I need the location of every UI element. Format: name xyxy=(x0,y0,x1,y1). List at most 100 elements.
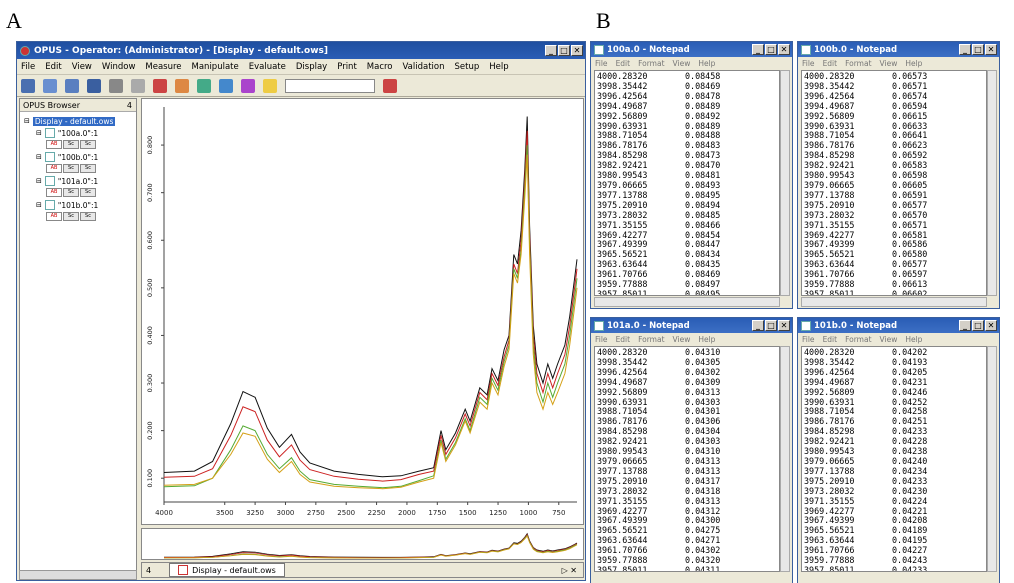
browser-hscrollbar[interactable] xyxy=(19,570,137,580)
toolbar-window-icon[interactable] xyxy=(219,78,233,93)
notepad-text-area[interactable]: 4000.28320 0.04202 3998.35442 0.04193 3996.4… xyxy=(801,346,987,572)
tree-root[interactable]: ⊟ Display - default.ows xyxy=(22,115,134,127)
menu-manipulate[interactable]: Manipulate xyxy=(192,62,239,72)
toolbar-measure-icon[interactable] xyxy=(87,78,101,93)
menu-display[interactable]: Display xyxy=(296,62,327,72)
minimize-button[interactable]: _ xyxy=(959,320,971,331)
maximize-button[interactable]: □ xyxy=(765,320,777,331)
close-button[interactable]: ✕ xyxy=(571,45,583,56)
maximize-button[interactable]: □ xyxy=(558,45,570,56)
tab-display-default[interactable]: Display - default.ows xyxy=(169,563,285,577)
horizontal-scrollbar[interactable] xyxy=(594,297,780,307)
data-block-sc[interactable]: Sc xyxy=(63,164,79,173)
maximize-button[interactable]: □ xyxy=(765,44,777,55)
toolbar-cursor-icon[interactable] xyxy=(109,78,123,93)
close-button[interactable]: ✕ xyxy=(985,320,997,331)
notepad-menu-help[interactable]: Help xyxy=(905,59,922,68)
menu-view[interactable]: View xyxy=(72,62,92,72)
menu-macro[interactable]: Macro xyxy=(367,62,393,72)
vertical-scrollbar[interactable] xyxy=(987,70,997,296)
data-block-ab[interactable]: AB xyxy=(46,212,62,221)
notepad-menu-format[interactable]: Format xyxy=(845,59,871,68)
toolbar-extra-icon[interactable] xyxy=(383,78,397,93)
data-block-sc[interactable]: Sc xyxy=(63,188,79,197)
data-block-ab[interactable]: AB xyxy=(46,164,62,173)
menu-file[interactable]: File xyxy=(21,62,35,72)
data-block-sc[interactable]: Sc xyxy=(63,212,79,221)
vertical-scrollbar[interactable] xyxy=(780,70,790,296)
menu-edit[interactable]: Edit xyxy=(45,62,61,72)
notepad-text-area[interactable]: 4000.28320 0.08458 3998.35442 0.08469 3996.4… xyxy=(594,70,780,296)
minimize-button[interactable]: _ xyxy=(752,320,764,331)
notepad-menu-edit[interactable]: Edit xyxy=(823,59,838,68)
browser-pin-icon[interactable]: 4 xyxy=(127,101,136,110)
notepad-titlebar[interactable]: 100b.0 - Notepad _ □ ✕ xyxy=(798,42,999,57)
tree-item-file[interactable]: ⊟ "101b.0":1 xyxy=(22,199,134,211)
data-block-sc[interactable]: Sc xyxy=(80,188,96,197)
overview-plot[interactable] xyxy=(141,528,584,560)
vertical-scrollbar[interactable] xyxy=(780,346,790,572)
data-block-ab[interactable]: AB xyxy=(46,140,62,149)
menu-measure[interactable]: Measure xyxy=(145,62,181,72)
notepad-menu-format[interactable]: Format xyxy=(638,335,664,344)
notepad-text-area[interactable]: 4000.28320 0.04310 3998.35442 0.04305 3996.4… xyxy=(594,346,780,572)
notepad-text-area[interactable]: 4000.28320 0.06573 3998.35442 0.06571 3996.4… xyxy=(801,70,987,296)
menu-evaluate[interactable]: Evaluate xyxy=(249,62,286,72)
notepad-titlebar[interactable]: 101a.0 - Notepad _ □ ✕ xyxy=(591,318,792,333)
spectrum-plot[interactable]: 4000 3500 3250 3000 2750 2500 2250 2000 1750 1500… xyxy=(141,98,584,525)
tab-scroll-right[interactable]: ▷ ✕ xyxy=(562,566,583,575)
horizontal-scrollbar[interactable] xyxy=(801,297,987,307)
notepad-menu-format[interactable]: Format xyxy=(845,335,871,344)
minimize-button[interactable]: _ xyxy=(959,44,971,55)
menu-validation[interactable]: Validation xyxy=(403,62,445,72)
notepad-menu-view[interactable]: View xyxy=(673,335,691,344)
vertical-scrollbar[interactable] xyxy=(987,346,997,572)
notepad-menu-help[interactable]: Help xyxy=(905,335,922,344)
notepad-menu-file[interactable]: File xyxy=(802,335,815,344)
collapse-icon[interactable]: ⊟ xyxy=(36,129,42,137)
toolbar-display-icon[interactable] xyxy=(153,78,167,93)
minimize-button[interactable]: _ xyxy=(545,45,557,56)
toolbar-load-icon[interactable] xyxy=(43,78,57,93)
notepad-menu-help[interactable]: Help xyxy=(698,59,715,68)
tree-item-file[interactable]: ⊟ "100a.0":1 xyxy=(22,127,134,139)
collapse-icon[interactable]: ⊟ xyxy=(24,117,30,125)
toolbar-spectrum-icon[interactable] xyxy=(21,78,35,93)
collapse-icon[interactable]: ⊟ xyxy=(36,177,42,185)
notepad-titlebar[interactable]: 101b.0 - Notepad _ □ ✕ xyxy=(798,318,999,333)
toolbar-combo-input[interactable] xyxy=(285,78,375,93)
data-block-sc[interactable]: Sc xyxy=(80,164,96,173)
notepad-titlebar[interactable]: 100a.0 - Notepad _ □ ✕ xyxy=(591,42,792,57)
notepad-menu-edit[interactable]: Edit xyxy=(616,59,631,68)
toolbar-grid-icon[interactable] xyxy=(197,78,211,93)
data-block-sc[interactable]: Sc xyxy=(80,140,96,149)
notepad-menu-file[interactable]: File xyxy=(802,59,815,68)
menu-help[interactable]: Help xyxy=(489,62,508,72)
notepad-menu-edit[interactable]: Edit xyxy=(823,335,838,344)
toolbar-compare-icon[interactable] xyxy=(65,78,79,93)
data-block-sc[interactable]: Sc xyxy=(63,140,79,149)
notepad-menu-format[interactable]: Format xyxy=(638,59,664,68)
collapse-icon[interactable]: ⊟ xyxy=(36,153,42,161)
toolbar-help-icon[interactable] xyxy=(263,78,277,93)
notepad-menu-view[interactable]: View xyxy=(673,59,691,68)
menu-window[interactable]: Window xyxy=(102,62,136,72)
opus-titlebar[interactable]: OPUS - Operator: (Administrator) - [Disp… xyxy=(17,42,585,59)
close-button[interactable]: ✕ xyxy=(985,44,997,55)
close-button[interactable]: ✕ xyxy=(778,320,790,331)
tree-item-file[interactable]: ⊟ "101a.0":1 xyxy=(22,175,134,187)
notepad-menu-help[interactable]: Help xyxy=(698,335,715,344)
toolbar-copy-icon[interactable] xyxy=(131,78,145,93)
menu-print[interactable]: Print xyxy=(337,62,357,72)
data-block-sc[interactable]: Sc xyxy=(80,212,96,221)
notepad-menu-file[interactable]: File xyxy=(595,59,608,68)
toolbar-macro-icon[interactable] xyxy=(241,78,255,93)
notepad-menu-edit[interactable]: Edit xyxy=(616,335,631,344)
menu-setup[interactable]: Setup xyxy=(455,62,480,72)
tree-item-file[interactable]: ⊟ "100b.0":1 xyxy=(22,151,134,163)
tab-scroll-left[interactable]: 4 xyxy=(142,566,151,575)
maximize-button[interactable]: □ xyxy=(972,320,984,331)
maximize-button[interactable]: □ xyxy=(972,44,984,55)
notepad-menu-view[interactable]: View xyxy=(880,335,898,344)
notepad-menu-file[interactable]: File xyxy=(595,335,608,344)
